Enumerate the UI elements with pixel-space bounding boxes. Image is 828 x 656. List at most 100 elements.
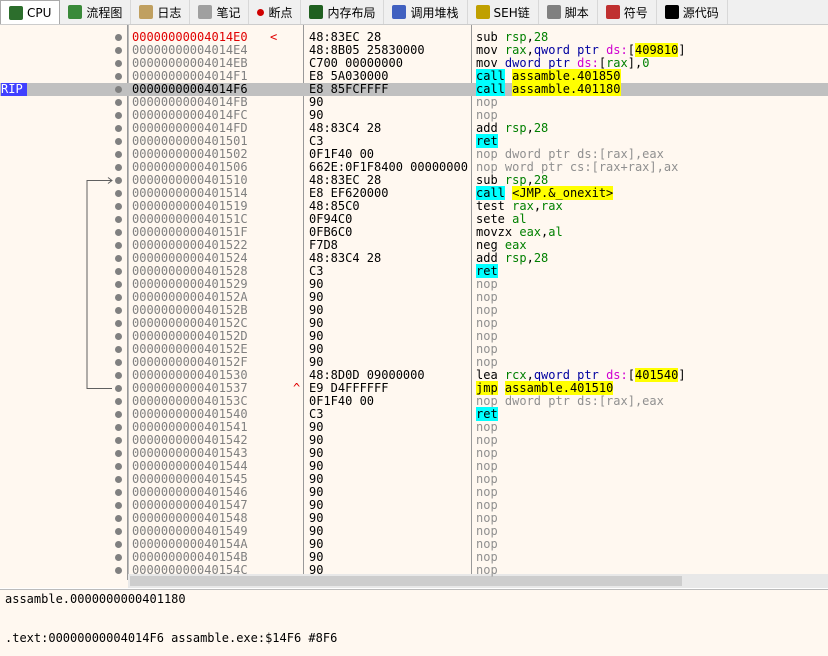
breakpoint-dot[interactable] — [115, 541, 122, 548]
breakpoint-dot[interactable] — [115, 502, 122, 509]
breakpoint-dot[interactable] — [115, 268, 122, 275]
disasm-row[interactable]: 00000000004014E0 <48:83EC 28 sub rsp,28 — [0, 31, 828, 44]
disasm-row[interactable]: 0000000000401501 C3 ret — [0, 134, 828, 148]
breakpoint-dot[interactable] — [115, 346, 122, 353]
disasm-row[interactable]: 000000000040152E 90 nop — [0, 343, 828, 356]
disasm-row[interactable]: 0000000000401542 90 nop — [0, 434, 828, 447]
disassembly-view[interactable]: 00000000004014E0 <48:83EC 28 sub rsp,28 000… — [0, 25, 828, 588]
breakpoint-dot[interactable] — [115, 463, 122, 470]
tab-2[interactable]: 日志 — [131, 0, 191, 24]
disasm-row[interactable]: 000000000040152F 90 nop — [0, 356, 828, 369]
breakpoint-dot[interactable] — [115, 411, 122, 418]
disasm-row[interactable]: 0000000000401544 90 nop — [0, 460, 828, 473]
disasm-row[interactable]: 00000000004014F1 E8 5A030000 call assamble… — [0, 69, 828, 83]
disasm-row[interactable]: 0000000000401537 ^ E9 D4FFFFFF jmp assamble… — [0, 381, 828, 395]
breakpoint-dot[interactable] — [115, 216, 122, 223]
breakpoint-dot[interactable] — [115, 203, 122, 210]
breakpoint-dot[interactable] — [115, 242, 122, 249]
breakpoint-dot[interactable] — [115, 99, 122, 106]
disasm-row[interactable]: 00000000004014E4 48:8B05 25830000 mov rax,… — [0, 43, 828, 57]
tab-1[interactable]: 流程图 — [60, 0, 132, 24]
disasm-row[interactable]: 0000000000401524 48:83C4 28 add rsp,28 — [0, 252, 828, 265]
breakpoint-dot[interactable] — [115, 385, 122, 392]
breakpoint-dot[interactable] — [115, 229, 122, 236]
bytes: 48:83EC 28 — [309, 174, 382, 187]
tab-0[interactable]: CPU — [0, 0, 61, 24]
breakpoint-dot[interactable] — [115, 164, 122, 171]
breakpoint-dot[interactable] — [115, 515, 122, 522]
disasm-row[interactable]: 0000000000401522 F7D8 neg eax — [0, 239, 828, 252]
tab-7[interactable]: SEH链 — [468, 0, 539, 24]
breakpoint-dot[interactable] — [115, 255, 122, 262]
breakpoint-dot[interactable] — [115, 476, 122, 483]
tab-8[interactable]: 脚本 — [539, 0, 598, 24]
breakpoint-dot[interactable] — [115, 528, 122, 535]
breakpoint-dot[interactable] — [115, 125, 122, 132]
breakpoint-dot[interactable] — [115, 47, 122, 54]
breakpoint-dot[interactable] — [115, 450, 122, 457]
breakpoint-dot[interactable] — [115, 73, 122, 80]
disasm-row[interactable]: 0000000000401530 48:8D0D 09000000 lea rcx,… — [0, 368, 828, 382]
tab-6[interactable]: 调用堆栈 — [384, 0, 468, 24]
disasm-row[interactable]: 000000000040151F 0FB6C0 movzx eax,al — [0, 226, 828, 239]
disasm-row[interactable]: 000000000040152D 90 nop — [0, 330, 828, 343]
disasm-row[interactable]: 0000000000401547 90 nop — [0, 499, 828, 512]
disasm-row[interactable]: 000000000040152B 90 nop — [0, 304, 828, 317]
disasm-row[interactable]: 000000000040152C 90 nop — [0, 317, 828, 330]
breakpoint-dot[interactable] — [115, 34, 122, 41]
disasm-row[interactable]: 000000000040152A 90 nop — [0, 291, 828, 304]
disasm-row[interactable]: 0000000000401545 90 nop — [0, 473, 828, 486]
tab-10[interactable]: 源代码 — [657, 0, 728, 24]
breakpoint-dot[interactable] — [115, 177, 122, 184]
breakpoint-dot[interactable] — [115, 86, 122, 93]
disasm-row[interactable]: 000000000040151C 0F94C0 sete al — [0, 213, 828, 226]
disasm-row[interactable]: 000000000040154B 90 nop — [0, 551, 828, 564]
disasm-row[interactable]: 0000000000401502 0F1F40 00 nop dword ptr d… — [0, 148, 828, 161]
disasm-row[interactable]: 0000000000401546 90 nop — [0, 486, 828, 499]
disasm-row[interactable]: 00000000004014FD 48:83C4 28 add rsp,28 — [0, 122, 828, 135]
disasm-row[interactable]: 0000000000401506 662E:0F1F8400 00000000 no… — [0, 161, 828, 174]
disasm-row[interactable]: 0000000000401514 E8 EF620000 call <JMP.&_o… — [0, 186, 828, 200]
disasm-row[interactable]: 0000000000401541 90 nop — [0, 421, 828, 434]
disasm-row[interactable]: 000000000040153C 0F1F40 00 nop dword ptr d… — [0, 395, 828, 408]
disasm-row[interactable]: 000000000040154A 90 nop — [0, 538, 828, 551]
breakpoint-dot[interactable] — [115, 151, 122, 158]
breakpoint-dot[interactable] — [115, 567, 122, 574]
tab-9[interactable]: 符号 — [598, 0, 657, 24]
tab-4[interactable]: 断点 — [249, 0, 302, 24]
breakpoint-dot[interactable] — [115, 60, 122, 67]
breakpoint-dot[interactable] — [115, 398, 122, 405]
breakpoint-dot[interactable] — [115, 424, 122, 431]
breakpoint-dot[interactable] — [115, 359, 122, 366]
disasm-row[interactable]: 0000000000401529 90 nop — [0, 278, 828, 291]
breakpoint-dot[interactable] — [115, 307, 122, 314]
breakpoint-dot[interactable] — [115, 112, 122, 119]
breakpoint-dot[interactable] — [115, 333, 122, 340]
scrollbar-thumb[interactable] — [130, 576, 682, 586]
disasm-row[interactable]: 000000000040154C 90 nop — [0, 564, 828, 577]
instruction-token: rcx — [504, 368, 527, 382]
disasm-row[interactable]: 00000000004014FC 90 nop — [0, 109, 828, 122]
disasm-row[interactable]: 0000000000401540 C3 ret — [0, 407, 828, 421]
disasm-row[interactable]: 0000000000401543 90 nop — [0, 447, 828, 460]
disasm-row[interactable]: 0000000000401548 90 nop — [0, 512, 828, 525]
disasm-row[interactable]: 00000000004014F6 E8 85FCFFFF call assamble… — [0, 82, 828, 96]
disasm-row[interactable]: 0000000000401549 90 nop — [0, 525, 828, 538]
breakpoint-dot[interactable] — [115, 554, 122, 561]
disasm-row[interactable]: 0000000000401510 48:83EC 28 sub rsp,28 — [0, 174, 828, 187]
breakpoint-dot[interactable] — [115, 138, 122, 145]
bytes: C3 — [309, 265, 324, 278]
disasm-row[interactable]: 00000000004014EB C700 00000000 mov dword p… — [0, 57, 828, 70]
breakpoint-dot[interactable] — [115, 294, 122, 301]
disasm-row[interactable]: 0000000000401528 C3 ret — [0, 264, 828, 278]
breakpoint-dot[interactable] — [115, 320, 122, 327]
tab-5[interactable]: 内存布局 — [301, 0, 385, 24]
tab-3[interactable]: 笔记 — [190, 0, 250, 24]
breakpoint-dot[interactable] — [115, 489, 122, 496]
breakpoint-dot[interactable] — [115, 372, 122, 379]
breakpoint-dot[interactable] — [115, 437, 122, 444]
breakpoint-dot[interactable] — [115, 281, 122, 288]
breakpoint-dot[interactable] — [115, 190, 122, 197]
disasm-row[interactable]: 0000000000401519 48:85C0 test rax,rax — [0, 200, 828, 213]
disasm-row[interactable]: 00000000004014FB 90 nop — [0, 96, 828, 109]
